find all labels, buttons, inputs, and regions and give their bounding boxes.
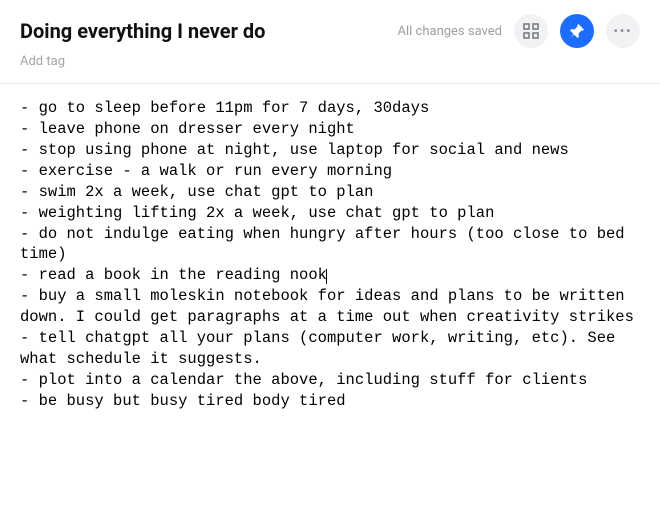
more-icon: ••• — [614, 24, 633, 38]
header: Doing everything I never do All changes … — [20, 14, 640, 48]
pin-button[interactable] — [560, 14, 594, 48]
grid-icon — [523, 23, 539, 39]
more-button[interactable]: ••• — [606, 14, 640, 48]
pin-icon — [569, 23, 585, 39]
note-body[interactable]: - go to sleep before 11pm for 7 days, 30… — [0, 84, 660, 432]
text-caret — [326, 269, 327, 285]
save-status: All changes saved — [398, 24, 503, 39]
layout-grid-button[interactable] — [514, 14, 548, 48]
note-title[interactable]: Doing everything I never do — [20, 19, 386, 43]
add-tag-input[interactable]: Add tag — [20, 54, 640, 69]
